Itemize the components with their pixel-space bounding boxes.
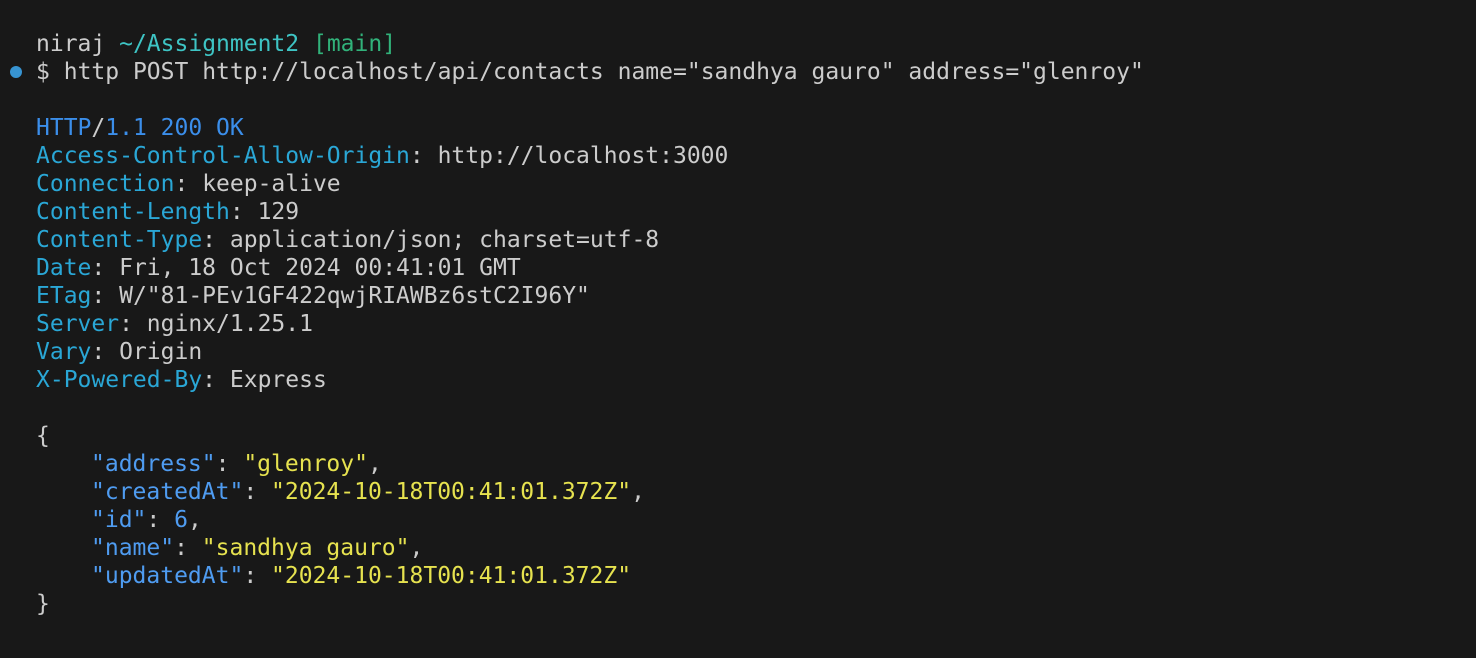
json-key: "name" (91, 535, 175, 561)
header-key: Content-Type (36, 227, 203, 253)
json-value: "2024-10-18T00:41:01.372Z" (271, 563, 632, 589)
header-key: Server (36, 311, 120, 337)
json-value: "glenroy" (243, 451, 368, 477)
prompt-path: ~/Assignment2 (119, 31, 300, 57)
json-value: "sandhya gauro" (201, 535, 410, 561)
prompt-user: niraj (36, 31, 106, 57)
header-value: Origin (119, 339, 203, 365)
header-line: Content-Length: 129 (36, 199, 300, 225)
header-value: application/json; charset=utf-8 (229, 227, 660, 253)
header-value: Express (229, 367, 327, 393)
header-line: X-Powered-By: Express (36, 367, 327, 393)
command-text: http POST http://localhost/api/contacts … (63, 59, 1144, 85)
header-value: http://localhost:3000 (437, 143, 729, 169)
header-value: Fri, 18 Oct 2024 00:41:01 GMT (119, 255, 521, 281)
header-line: Server: nginx/1.25.1 (36, 311, 313, 337)
header-value: nginx/1.25.1 (146, 311, 313, 337)
response-status-line: HTTP/1.1 200 OK (36, 115, 244, 141)
response-version-status: 1.1 200 OK (105, 115, 244, 141)
json-field: "address": "glenroy", (91, 451, 382, 477)
response-headers: Access-Control-Allow-Origin: http://loca… (36, 142, 1476, 394)
command-status-dot-icon[interactable] (10, 66, 22, 78)
header-line: ETag: W/"81-PEv1GF422qwjRIAWBz6stC2I96Y" (36, 283, 590, 309)
json-close-brace: } (36, 591, 50, 617)
json-field: "name": "sandhya gauro", (91, 535, 424, 561)
json-value: 6 (174, 507, 188, 533)
header-line: Access-Control-Allow-Origin: http://loca… (36, 143, 729, 169)
header-key: Access-Control-Allow-Origin (36, 143, 410, 169)
header-key: Date (36, 255, 92, 281)
json-field: "updatedAt": "2024-10-18T00:41:01.372Z" (91, 563, 632, 589)
header-line: Vary: Origin (36, 339, 203, 365)
json-open-brace: { (36, 423, 50, 449)
prompt-line: niraj ~/Assignment2 [main] (36, 30, 1476, 58)
prompt-symbol: $ (36, 59, 50, 85)
header-line: Connection: keep-alive (36, 171, 341, 197)
response-protocol: HTTP (36, 115, 92, 141)
json-key: "address" (91, 451, 216, 477)
prompt-branch: [main] (312, 31, 397, 57)
json-field: "createdAt": "2024-10-18T00:41:01.372Z", (91, 479, 645, 505)
json-key: "updatedAt" (91, 563, 244, 589)
json-field: "id": 6, (91, 507, 202, 533)
header-key: ETag (36, 283, 92, 309)
header-line: Content-Type: application/json; charset=… (36, 227, 660, 253)
header-key: Vary (36, 339, 92, 365)
header-value: 129 (257, 199, 300, 225)
response-body: { "address": "glenroy", "createdAt": "20… (36, 422, 1476, 618)
header-value: keep-alive (202, 171, 341, 197)
json-value: "2024-10-18T00:41:01.372Z" (271, 479, 632, 505)
header-key: Content-Length (36, 199, 230, 225)
header-key: X-Powered-By (36, 367, 203, 393)
json-key: "createdAt" (91, 479, 244, 505)
json-key: "id" (91, 507, 147, 533)
header-key: Connection (36, 171, 175, 197)
command-line: $ http POST http://localhost/api/contact… (10, 58, 1476, 86)
header-value: W/"81-PEv1GF422qwjRIAWBz6stC2I96Y" (119, 283, 590, 309)
terminal-window[interactable]: niraj ~/Assignment2 [main] $ http POST h… (0, 0, 1476, 658)
header-line: Date: Fri, 18 Oct 2024 00:41:01 GMT (36, 255, 521, 281)
